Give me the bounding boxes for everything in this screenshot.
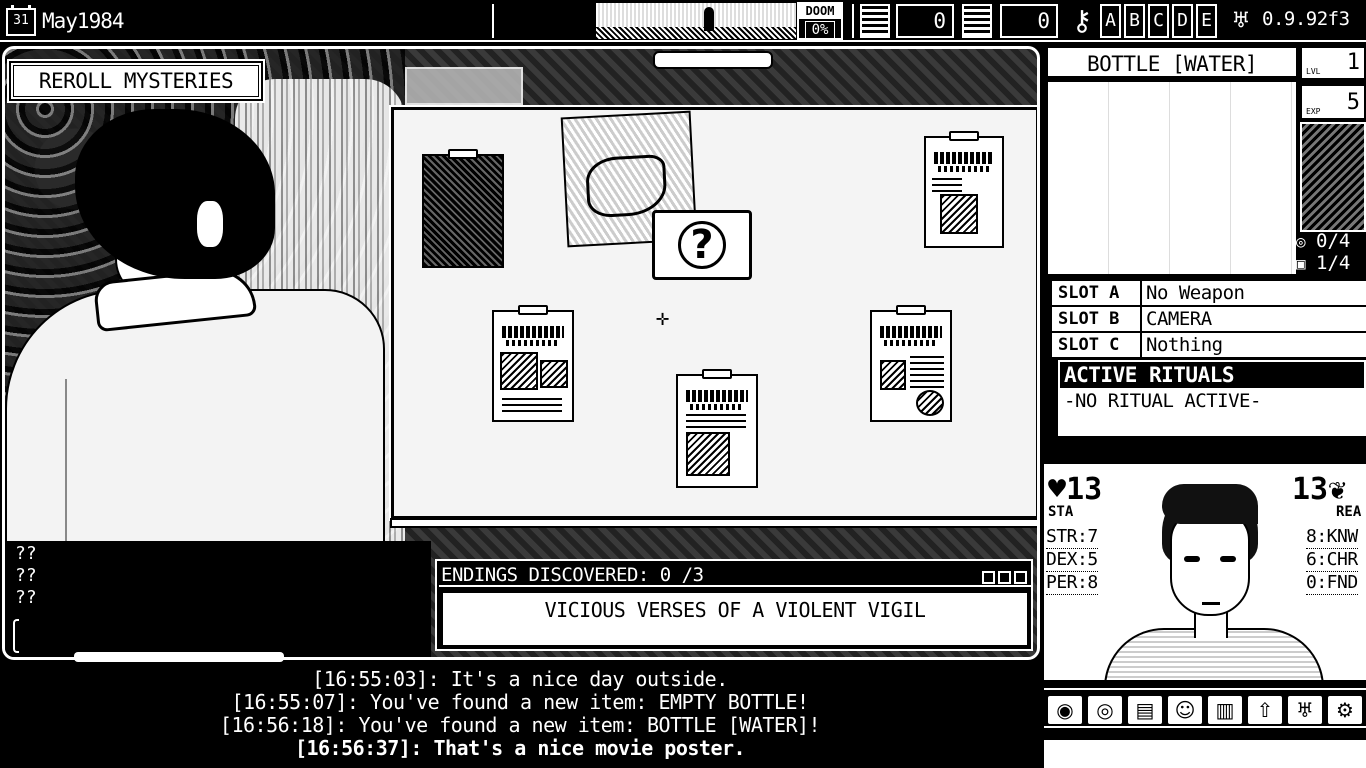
key-slot-c: C	[1148, 4, 1169, 38]
octopus-icon: ♅	[1233, 6, 1249, 36]
spiral-icon: ◎	[1296, 232, 1306, 251]
calendar-icon: 31	[6, 5, 36, 36]
endings-panel: ENDINGS DISCOVERED: 0 /3 VICIOUS VERSES …	[435, 559, 1033, 651]
rituals-status: -NO RITUAL ACTIVE-	[1064, 390, 1261, 412]
version-label: 0.9.92f3	[1262, 8, 1350, 30]
level-value: 1	[1346, 50, 1360, 75]
log-line: [16:55:03]: It's a nice day outside.	[312, 667, 728, 691]
spiral-icon[interactable]: ◎	[1086, 694, 1124, 726]
rituals-title: ACTIVE RITUALS	[1060, 362, 1364, 388]
film-icon	[860, 4, 890, 38]
hint-line: ??	[15, 543, 37, 564]
contacts-icon[interactable]: ☺	[1166, 694, 1204, 726]
reason-label: REA	[1336, 504, 1362, 520]
brain-icon: ❦	[1328, 472, 1347, 507]
protagonist-ear	[195, 199, 225, 249]
upgrade-icon[interactable]: ⇧	[1246, 694, 1284, 726]
bag-icon: ▣	[1296, 254, 1306, 273]
item-description	[1046, 80, 1298, 276]
stamina-label: STA	[1048, 504, 1074, 520]
doom-label: DOOM	[799, 4, 841, 19]
mystery-board-scene: REROLL MYSTERIES ? ✛ ENDINGS DISCOVERED:…	[2, 46, 1040, 660]
settings-icon[interactable]: ⚙	[1326, 694, 1364, 726]
slot-c[interactable]: SLOT C Nothing	[1052, 332, 1366, 358]
mystery-document-3[interactable]	[492, 305, 574, 422]
film-counter: 0	[896, 4, 954, 38]
mystery-document-4[interactable]	[676, 369, 758, 488]
hint-line: ??	[15, 565, 37, 586]
mystery-board: ? ✛	[389, 105, 1037, 528]
doom-meter: DOOM 0%	[797, 2, 843, 40]
key-slot-a: A	[1100, 4, 1121, 38]
heart-icon: ♥	[1048, 472, 1067, 507]
endings-discovered-label: ENDINGS DISCOVERED: 0 /3	[441, 564, 704, 586]
exp-value: 5	[1346, 90, 1360, 115]
divider	[852, 4, 854, 38]
ammo-counter: 0	[1000, 4, 1058, 38]
log-line-latest: [16:56:37]: That's a nice movie poster.	[294, 736, 746, 760]
level-box: LVL 1	[1300, 46, 1366, 80]
info-strip	[1044, 740, 1366, 768]
stage-bottom-deco	[74, 652, 284, 662]
board-tray	[390, 518, 1037, 528]
doom-value: 0%	[805, 21, 835, 39]
mystery-icon[interactable]: ◉	[1046, 694, 1084, 726]
selected-item-title: BOTTLE [WATER]	[1046, 46, 1298, 78]
event-log: [16:55:03]: It's a nice day outside. [16…	[0, 668, 1040, 768]
log-line: [16:55:07]: You've found a new item: EMP…	[231, 690, 809, 714]
board-hanger	[653, 51, 773, 69]
slot-a[interactable]: SLOT A No Weapon	[1052, 280, 1366, 306]
log-line: [16:56:18]: You've found a new item: BOT…	[219, 713, 821, 737]
stamina-value: ♥13	[1048, 472, 1103, 507]
mystery-document-5[interactable]	[870, 305, 952, 422]
key-slot-d: D	[1172, 4, 1193, 38]
key-icon: ⚷	[1071, 4, 1093, 37]
equipment-slots: SLOT A No Weapon SLOT B CAMERA SLOT C No…	[1052, 280, 1366, 358]
mystery-document-1[interactable]	[422, 149, 504, 268]
board-tag	[405, 67, 523, 105]
location-thumbnail[interactable]	[1300, 122, 1366, 232]
scene-strip	[596, 3, 796, 39]
octopus-icon[interactable]: ♅	[1286, 694, 1324, 726]
top-bar: 31 May1984 DOOM 0% 0 0 ⚷ A B C D E ♅ 0.9…	[0, 0, 1366, 42]
key-slot-e: E	[1196, 4, 1217, 38]
hint-line: ??	[15, 587, 37, 608]
divider	[492, 4, 494, 38]
unknown-mystery-card[interactable]: ?	[652, 210, 752, 280]
mystery-document-2[interactable]	[924, 131, 1004, 248]
stats-icon[interactable]: ▤	[1126, 694, 1164, 726]
bag-counter: ▣ 1/4	[1296, 252, 1351, 274]
endings-progress	[979, 569, 1027, 588]
key-slot-b: B	[1124, 4, 1145, 38]
reroll-mysteries-button[interactable]: REROLL MYSTERIES	[7, 59, 265, 103]
bracket-deco	[13, 619, 19, 653]
menu-toolbar: ◉ ◎ ▤ ☺ ▥ ⇧ ♅ ⚙	[1044, 688, 1366, 728]
reason-value: 13❦	[1292, 472, 1347, 507]
exp-box: EXP 5	[1300, 84, 1366, 120]
character-panel: BOTTLE [WATER] LVL 1 EXP 5 ◎ 0/4 ▣ 1/4 SLO…	[1044, 44, 1366, 768]
date-label: May1984	[42, 9, 125, 33]
active-rituals-panel: ACTIVE RITUALS -NO RITUAL ACTIVE-	[1058, 360, 1366, 436]
physical-stats: STR:7 DEX:5 PER:8	[1046, 526, 1098, 595]
slot-b[interactable]: SLOT B CAMERA	[1052, 306, 1366, 332]
city-icon[interactable]: ▥	[1206, 694, 1244, 726]
crosshair-icon: ✛	[656, 306, 670, 331]
hint-box: ?? ?? ??	[5, 541, 431, 657]
spiral-counter: ◎ 0/4	[1296, 230, 1351, 252]
ammo-icon	[962, 4, 992, 38]
question-mark-icon: ?	[678, 221, 726, 269]
mental-stats: 8:KNW 6:CHR 0:FND	[1306, 526, 1358, 595]
mystery-title: VICIOUS VERSES OF A VIOLENT VIGIL	[441, 591, 1029, 647]
